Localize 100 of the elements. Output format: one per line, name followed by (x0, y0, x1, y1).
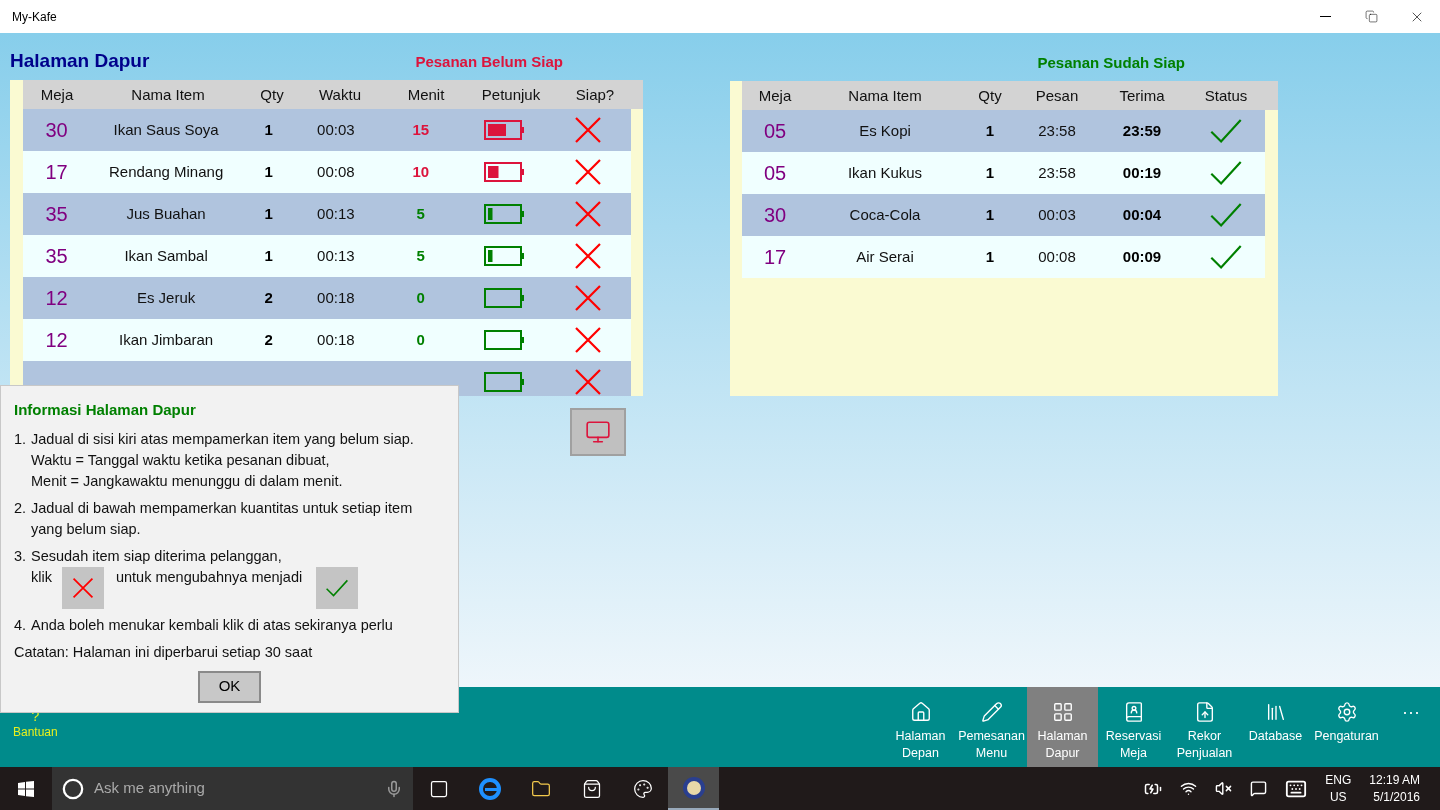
dialog-text: Jadual di sisi kiri atas mempamerkan item yang belum siap. (31, 429, 414, 449)
cross-icon[interactable] (573, 158, 602, 186)
display-button[interactable] (570, 408, 626, 456)
nav-icon (1051, 701, 1074, 723)
battery-icon (483, 162, 526, 182)
column-header: Petunjuk (481, 85, 541, 103)
language-indicator[interactable]: ENG (1325, 771, 1352, 789)
table-cell: 1 (264, 205, 273, 222)
search-field[interactable]: Ask me anything (52, 767, 413, 810)
table-cell: 0 (416, 331, 425, 348)
check-icon[interactable] (1209, 118, 1243, 144)
clock[interactable]: 12:19 AM (1369, 771, 1420, 789)
column-header: Nama Item (848, 86, 922, 104)
battery-icon (483, 120, 526, 140)
table-cell: 30 (763, 204, 787, 226)
table-cell: Ikan Saus Soya (113, 121, 219, 138)
table-cell: Ikan Sambal (124, 247, 208, 264)
table-cell: 17 (763, 246, 787, 268)
table-cell: 12 (45, 287, 68, 309)
table-cell: Coca-Cola (849, 206, 921, 223)
column-header: Qty (260, 85, 284, 103)
dialog-text: Jadual di bawah mempamerkan kuantitas untuk setiap item (31, 498, 413, 518)
dialog-text: Sesudah item siap diterima pelanggan, (31, 546, 283, 566)
table-cell: 00:08 (317, 163, 355, 180)
table-cell: 00:08 (1038, 248, 1076, 265)
monitor-icon (585, 419, 611, 445)
cross-icon[interactable] (573, 242, 602, 270)
check-icon[interactable] (1209, 202, 1243, 228)
table-cell: 1 (264, 121, 273, 138)
cross-icon[interactable] (573, 368, 602, 396)
nav-icon (1335, 701, 1358, 723)
table-cell: 00:03 (1038, 206, 1076, 223)
table-cell: 00:03 (317, 121, 355, 138)
table-cell: 05 (763, 162, 787, 184)
dialog-text: yang belum siap. (31, 519, 142, 539)
nav-button[interactable]: Rekor Penjualan (1169, 687, 1240, 767)
cross-icon[interactable] (573, 116, 602, 144)
check-icon[interactable] (1209, 244, 1243, 270)
battery-icon (483, 330, 526, 350)
table-cell: 23:58 (1038, 122, 1076, 139)
table-cell: Es Jeruk (136, 289, 196, 306)
list-number: 1. (14, 429, 28, 449)
date[interactable]: 5/1/2016 (1373, 788, 1420, 806)
nav-button[interactable]: Reservasi Meja (1098, 687, 1169, 767)
column-header: Status (1204, 86, 1248, 104)
dialog-note: Catatan: Halaman ini diperbarui setiap 30 saat (14, 642, 314, 662)
list-number: 4. (14, 615, 28, 635)
column-header: Meja (758, 86, 792, 104)
table-cell: Ikan Kukus (847, 164, 923, 181)
table-cell: 35 (45, 245, 68, 267)
column-header: Meja (40, 85, 74, 103)
table-cell: 00:19 (1122, 164, 1162, 181)
table-cell: 1 (985, 164, 995, 181)
column-header: Pesan (1035, 86, 1079, 104)
table-cell: 00:18 (317, 289, 355, 306)
nav-button[interactable]: Halaman Dapur (1027, 687, 1098, 767)
table-cell: Ikan Jimbaran (119, 331, 214, 348)
cross-icon[interactable] (573, 200, 602, 228)
table-cell: Es Kopi (859, 122, 911, 139)
app-icon[interactable] (668, 767, 719, 810)
column-header: Qty (978, 86, 1002, 104)
nav-button[interactable]: Pengaturan (1311, 687, 1382, 767)
column-header: Waktu (319, 85, 361, 103)
notification-icon (1250, 780, 1268, 797)
restore-icon (1364, 10, 1378, 23)
table-cell: 5 (416, 247, 425, 264)
cross-icon[interactable] (573, 284, 602, 312)
more-button[interactable]: ··· (1382, 687, 1440, 737)
dialog-text: Waktu = Tanggal waktu ketika pesanan dibuat, (31, 450, 331, 470)
table-cell: Rendang Minang (108, 163, 224, 180)
table-cell: 05 (763, 120, 787, 142)
dialog-title: Informasi Halaman Dapur (14, 400, 197, 420)
check-icon[interactable] (325, 578, 350, 597)
microphone-icon[interactable] (385, 779, 403, 798)
table-cell: 30 (45, 119, 68, 141)
table-cell: 10 (412, 163, 430, 180)
mute-icon (1215, 780, 1233, 797)
nav-icon (980, 701, 1003, 723)
dialog-text: klik (31, 567, 52, 587)
ok-button[interactable]: OK (198, 670, 261, 703)
nav-button[interactable]: Pemesanan Menu (956, 687, 1027, 767)
cross-icon[interactable] (71, 576, 94, 599)
nav-button[interactable]: Database (1240, 687, 1311, 767)
table-cell: 1 (985, 206, 995, 223)
table-cell: 23:58 (1038, 164, 1076, 181)
nav-button[interactable]: Halaman Depan (885, 687, 956, 767)
cross-icon[interactable] (573, 326, 602, 354)
column-header: Nama Item (131, 85, 205, 103)
wifi-icon (1180, 780, 1198, 797)
column-header: Terima (1119, 86, 1165, 104)
battery-icon (483, 288, 526, 308)
table-cell: 00:09 (1122, 248, 1162, 265)
check-icon[interactable] (1209, 160, 1243, 186)
list-number: 2. (14, 498, 28, 518)
window-title: My-Kafe (12, 8, 57, 26)
table-cell: 0 (416, 289, 425, 306)
region-indicator[interactable]: US (1329, 788, 1347, 806)
table-cell: 2 (264, 331, 273, 348)
table-cell: 35 (45, 203, 68, 225)
windows-icon (18, 780, 34, 797)
